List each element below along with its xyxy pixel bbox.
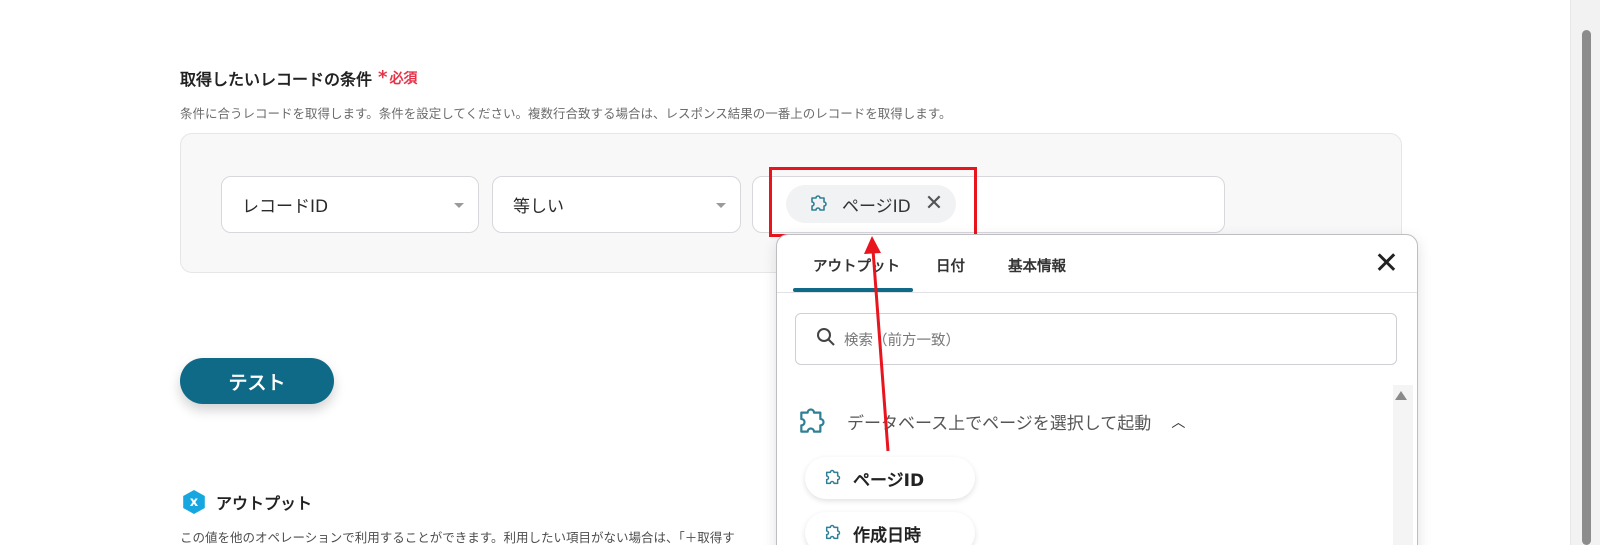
output-title: x アウトプット: [182, 490, 312, 514]
list-item-created-at[interactable]: 作成日時: [805, 512, 975, 545]
list-item-label: ページID: [853, 470, 925, 491]
tab-basic-info[interactable]: 基本情報: [1008, 255, 1066, 276]
caret-down-icon: [454, 203, 464, 208]
highlight-chip: [769, 167, 977, 237]
field-select[interactable]: レコードID: [221, 176, 479, 233]
search-icon: [816, 327, 836, 351]
operator-select-value: 等しい: [513, 197, 564, 217]
puzzle-icon: [795, 400, 833, 443]
group-title: データベース上でページを選択して起動: [847, 414, 1152, 434]
output-hexagon-icon: x: [183, 490, 205, 514]
output-title-text: アウトプット: [216, 494, 313, 513]
search-input[interactable]: 検索（前方一致）: [795, 313, 1397, 365]
tab-date[interactable]: 日付: [936, 255, 965, 276]
condition-description: 条件に合うレコードを取得します。条件を設定してください。複数行合致する場合は、レ…: [180, 106, 952, 121]
trigger-group-header[interactable]: データベース上でページを選択して起動 ︿: [795, 400, 1185, 443]
required-asterisk-icon: *: [378, 67, 388, 88]
puzzle-icon: [823, 465, 845, 492]
field-select-value: レコードID: [242, 197, 329, 217]
condition-title: 取得したいレコードの条件 * 必須: [180, 66, 417, 90]
variable-picker-dropdown: アウトプット 日付 基本情報 ✕ 検索（前方一致） データベース上でページを選択…: [776, 234, 1418, 545]
active-tab-indicator: [793, 288, 913, 292]
search-placeholder: 検索（前方一致）: [844, 332, 960, 349]
list-item-label: 作成日時: [853, 525, 921, 545]
picker-tabs: アウトプット 日付 基本情報 ✕: [777, 235, 1417, 293]
output-description: この値を他のオペレーションで利用することができます。利用したい項目がない場合は、…: [180, 530, 735, 545]
picker-scrollbar[interactable]: [1393, 385, 1413, 545]
condition-title-text: 取得したいレコードの条件: [180, 70, 373, 89]
scrollbar-thumb[interactable]: [1582, 30, 1591, 545]
page-scrollbar[interactable]: [1570, 0, 1600, 545]
scroll-up-icon[interactable]: [1395, 391, 1407, 400]
required-badge: * 必須: [378, 68, 417, 88]
test-button[interactable]: テスト: [180, 358, 334, 404]
chevron-up-icon: ︿: [1171, 414, 1186, 431]
close-icon[interactable]: ✕: [1374, 249, 1399, 279]
required-label: 必須: [389, 71, 418, 87]
operator-select[interactable]: 等しい: [492, 176, 741, 233]
caret-down-icon: [716, 203, 726, 208]
puzzle-icon: [823, 520, 845, 545]
tab-output[interactable]: アウトプット: [813, 255, 900, 276]
list-item-page-id[interactable]: ページID: [805, 457, 975, 499]
